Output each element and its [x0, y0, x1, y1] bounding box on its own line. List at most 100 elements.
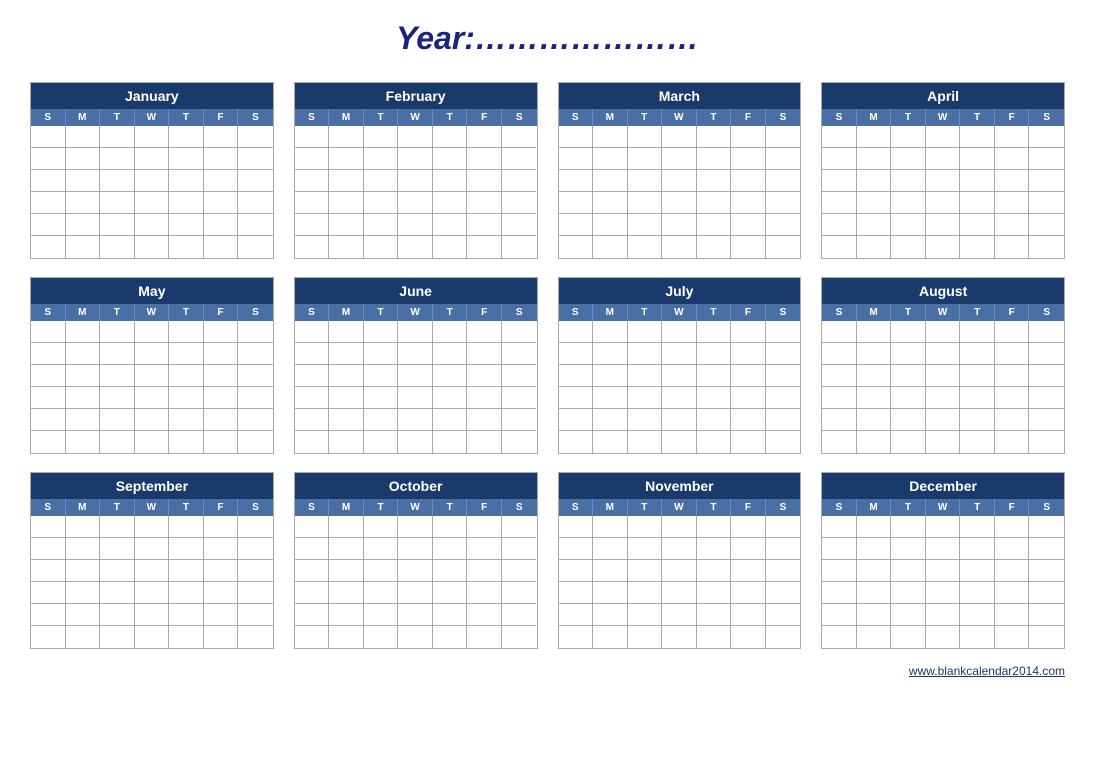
day-header: T: [697, 499, 732, 516]
calendar-cell: [593, 170, 628, 192]
calendar-cell: [398, 126, 433, 148]
calendar-cell: [662, 192, 697, 214]
calendar-cell: [502, 126, 537, 148]
calendar-cell: [135, 170, 170, 192]
calendar-cell: [398, 321, 433, 343]
calendar-cell: [31, 321, 66, 343]
calendar-cell: [295, 236, 330, 258]
calendar-cell: [891, 170, 926, 192]
calendar-cell: [31, 214, 66, 236]
calendar-cell: [100, 148, 135, 170]
calendar-cell: [960, 236, 995, 258]
page-title: Year:…………………: [30, 20, 1065, 57]
calendar-cell: [662, 365, 697, 387]
calendar-cell: [559, 387, 594, 409]
calendar-cell: [731, 214, 766, 236]
calendar-cell: [238, 148, 273, 170]
calendar-cell: [593, 431, 628, 453]
calendar-cell: [31, 582, 66, 604]
calendar-cell: [169, 126, 204, 148]
day-header: F: [467, 109, 502, 126]
calendar-cell: [995, 538, 1030, 560]
calendar-cell: [926, 214, 961, 236]
day-header: M: [329, 499, 364, 516]
calendar-cell: [926, 431, 961, 453]
calendar-body: [822, 126, 1064, 258]
day-header: T: [100, 304, 135, 321]
calendar-cell: [731, 321, 766, 343]
day-header: T: [891, 304, 926, 321]
day-header: S: [822, 499, 857, 516]
calendar-cell: [100, 516, 135, 538]
calendar-cell: [662, 387, 697, 409]
website-link[interactable]: www.blankcalendar2014.com: [909, 664, 1065, 678]
calendar-cell: [169, 604, 204, 626]
calendar-cell: [169, 538, 204, 560]
calendar-cell: [66, 516, 101, 538]
calendar-cell: [100, 214, 135, 236]
calendar-body: [559, 126, 801, 258]
calendar-cell: [364, 516, 399, 538]
day-header: M: [857, 109, 892, 126]
calendar-body: [559, 321, 801, 453]
calendar-cell: [662, 626, 697, 648]
calendar-cell: [433, 170, 468, 192]
calendar-cell: [731, 126, 766, 148]
calendar-cell: [559, 538, 594, 560]
calendar-cell: [238, 516, 273, 538]
calendar-body: [822, 516, 1064, 648]
day-header: S: [295, 499, 330, 516]
calendar-cell: [204, 343, 239, 365]
day-header: W: [398, 109, 433, 126]
day-header: M: [66, 304, 101, 321]
day-header: T: [960, 499, 995, 516]
calendar-cell: [100, 321, 135, 343]
calendar-cell: [995, 126, 1030, 148]
calendar-cell: [31, 626, 66, 648]
day-header: S: [1029, 109, 1064, 126]
calendar-cell: [433, 387, 468, 409]
calendar-cell: [593, 343, 628, 365]
calendar-cell: [295, 626, 330, 648]
calendar-cell: [822, 214, 857, 236]
calendar-cell: [467, 626, 502, 648]
footer-link[interactable]: www.blankcalendar2014.com: [30, 664, 1065, 678]
calendar-cell: [593, 538, 628, 560]
calendar-cell: [31, 516, 66, 538]
calendar-body: [822, 321, 1064, 453]
calendar-cell: [766, 365, 801, 387]
calendar-cell: [995, 387, 1030, 409]
calendar-cell: [135, 582, 170, 604]
calendar-cell: [329, 516, 364, 538]
calendar-cell: [502, 516, 537, 538]
calendar-cell: [467, 387, 502, 409]
day-header: M: [329, 304, 364, 321]
calendar-cell: [204, 365, 239, 387]
day-header: T: [891, 109, 926, 126]
month-calendar-march: MarchSMTWTFS: [558, 82, 802, 259]
calendar-cell: [66, 387, 101, 409]
calendar-cell: [628, 409, 663, 431]
day-header: S: [31, 109, 66, 126]
calendar-cell: [502, 148, 537, 170]
calendar-cell: [66, 148, 101, 170]
calendar-cell: [662, 170, 697, 192]
calendar-cell: [697, 192, 732, 214]
calendar-cell: [1029, 343, 1064, 365]
calendar-cell: [1029, 236, 1064, 258]
calendar-cell: [960, 321, 995, 343]
calendar-cell: [731, 236, 766, 258]
calendar-cell: [295, 560, 330, 582]
calendar-cell: [822, 170, 857, 192]
calendar-cell: [100, 431, 135, 453]
calendar-cell: [66, 236, 101, 258]
calendar-cell: [502, 626, 537, 648]
calendar-cell: [1029, 582, 1064, 604]
calendar-cell: [502, 365, 537, 387]
calendar-cell: [766, 170, 801, 192]
calendar-cell: [697, 343, 732, 365]
calendar-cell: [891, 148, 926, 170]
calendar-cell: [398, 626, 433, 648]
day-header: T: [433, 499, 468, 516]
calendar-cell: [891, 409, 926, 431]
